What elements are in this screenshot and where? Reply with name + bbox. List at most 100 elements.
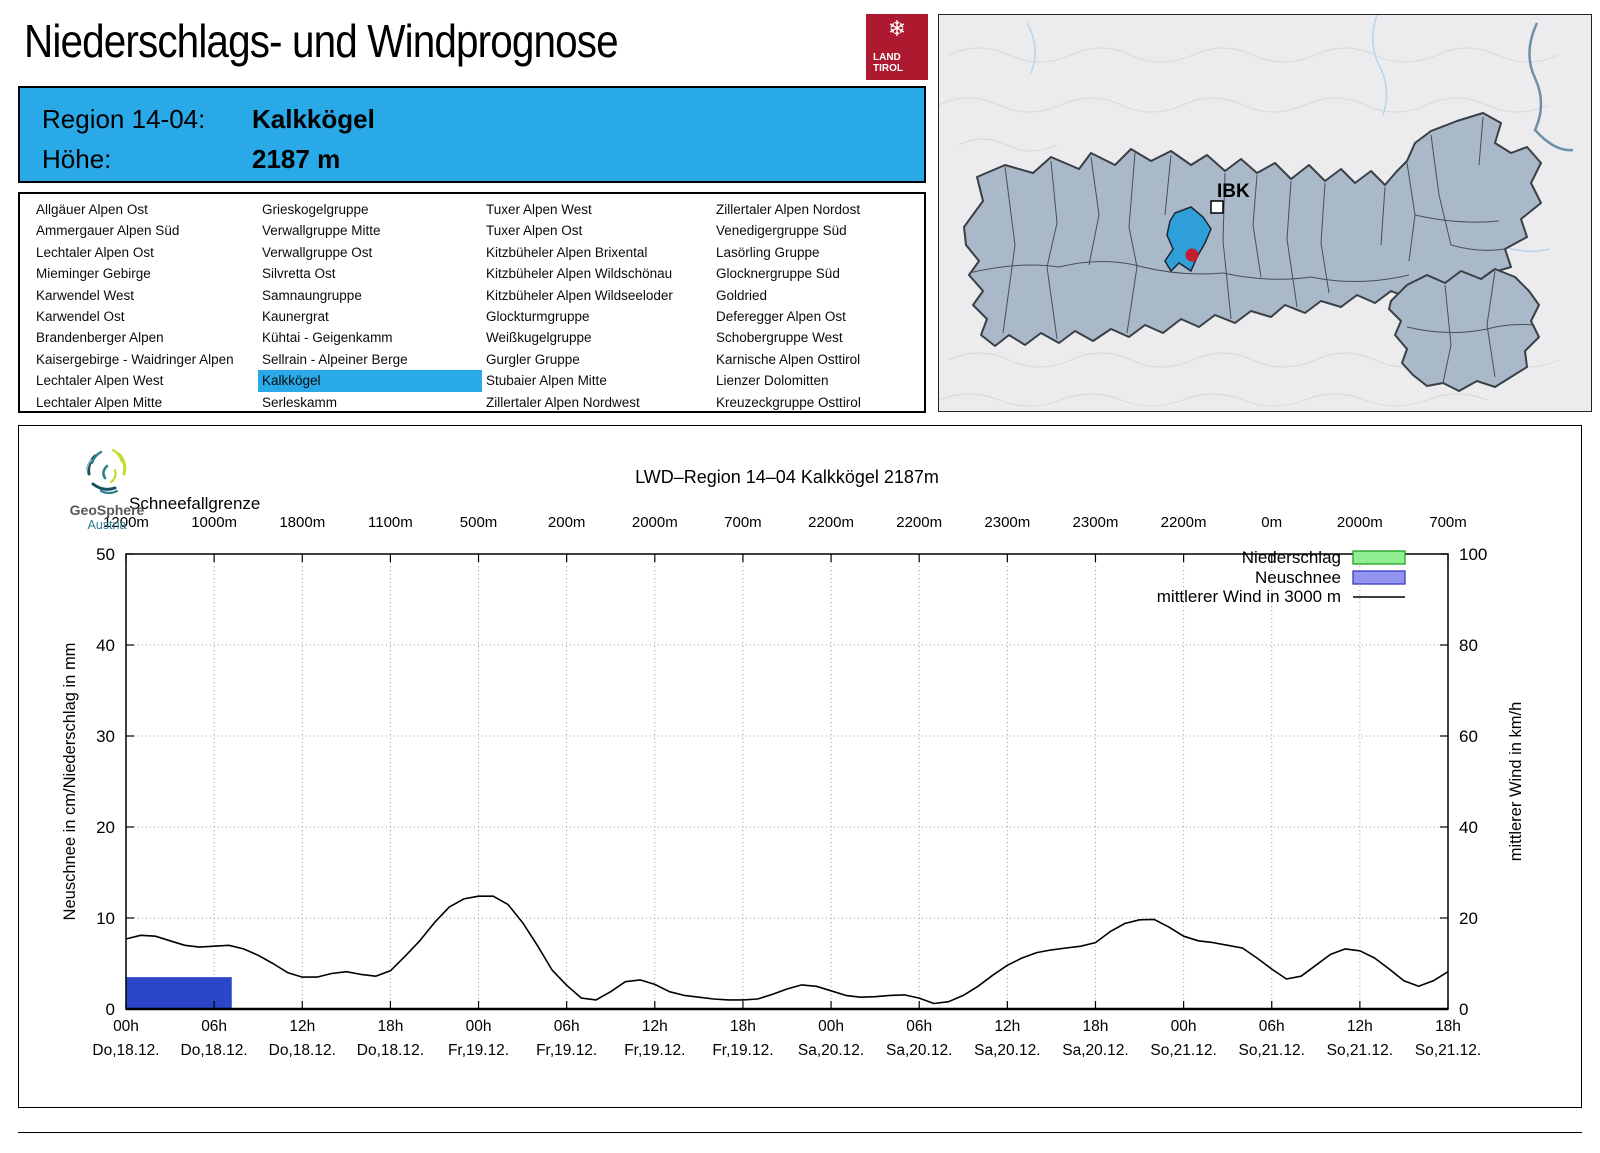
svg-text:20: 20 [96,818,115,837]
svg-text:Neuschnee in cm/Niederschlag i: Neuschnee in cm/Niederschlag in mm [61,643,79,921]
region-list-item[interactable]: Karnische Alpen Osttirol [712,349,916,370]
forecast-page: Niederschlags- und Windprognose ❄ LAND T… [0,0,1600,1153]
region-list-column-2: Grieskogelgruppe Verwallgruppe Mitte Verwa… [258,199,482,413]
region-value: Kalkkögel [252,104,375,134]
east-tirol-regions[interactable] [1388,268,1540,392]
svg-text:12hSo,21.12.: 12h So,21.12. [1327,1018,1393,1059]
svg-text:1100m: 1100m [368,514,413,531]
svg-text:200m: 200m [548,514,586,531]
svg-text:2300m: 2300m [1073,514,1119,531]
geosphere-logo-icon [86,448,127,495]
svg-text:50: 50 [96,545,115,564]
geosphere-name: GeoSphere [69,502,145,518]
region-list-item[interactable]: Kitzbüheler Alpen Wildschönau [482,263,710,284]
svg-text:2000m: 2000m [632,514,678,531]
region-list-item[interactable]: Zillertaler Alpen Nordost [712,199,916,220]
ibk-city-label: IBK [1217,181,1250,202]
region-list-column-1: Allgäuer Alpen Ost Ammergauer Alpen Süd Le… [32,199,258,413]
land-tirol-logo: ❄ LAND TIROL [866,14,928,80]
region-list-item[interactable]: Goldried [712,285,916,306]
svg-text:mittlerer Wind in km/h: mittlerer Wind in km/h [1507,702,1525,862]
region-list-item[interactable]: Brandenberger Alpen [32,327,258,348]
region-list-item[interactable]: Verwallgruppe Ost [258,242,482,263]
region-list: Allgäuer Alpen Ost Ammergauer Alpen Süd Le… [18,192,926,413]
region-list-item[interactable]: Ammergauer Alpen Süd [32,220,258,241]
region-list-item[interactable]: Silvretta Ost [258,263,482,284]
region-list-item[interactable]: Kühtai - Geigenkamm [258,327,482,348]
region-list-item[interactable]: Sellrain - Alpeiner Berge [258,349,482,370]
region-list-item[interactable]: Kitzbüheler Alpen Wildseeloder [482,285,710,306]
region-list-item[interactable]: Gurgler Gruppe [482,349,710,370]
svg-text:18hDo,18.12.: 18h Do,18.12. [357,1018,424,1059]
footer-divider [18,1132,1582,1133]
svg-text:mittlerer Wind in 3000 m: mittlerer Wind in 3000 m [1157,587,1341,606]
region-list-item[interactable]: Glockturmgruppe [482,306,710,327]
land-tirol-logo-text: LAND TIROL [873,52,903,74]
svg-text:1800m: 1800m [279,514,325,531]
svg-text:2200m: 2200m [808,514,854,531]
svg-text:2200m: 2200m [896,514,942,531]
forecast-chart-svg: 0 10 20 30 40 50 0 20 40 60 80 100 00h Do,18.12. 06h Do… [61,467,1525,1059]
region-list-item[interactable]: Stubaier Alpen Mitte [482,370,710,391]
region-list-item[interactable]: Lechtaler Alpen Mitte [32,392,258,413]
region-list-item[interactable]: Karwendel West [32,285,258,306]
svg-text:06hDo,18.12.: 06h Do,18.12. [181,1018,248,1059]
region-list-item[interactable]: Tuxer Alpen West [482,199,710,220]
region-list-item[interactable]: Kaisergebirge - Waidringer Alpen [32,349,258,370]
region-list-item[interactable]: Samnaungruppe [258,285,482,306]
region-list-item[interactable]: Verwallgruppe Mitte [258,220,482,241]
page-title: Niederschlags- und Windprognose [24,15,619,67]
ibk-city-square [1210,200,1224,214]
selected-region-banner: Region 14-04: Kalkkögel Höhe: 2187 m [18,86,926,183]
region-list-item[interactable]: Lechtaler Alpen Ost [32,242,258,263]
svg-text:Neuschnee: Neuschnee [1255,568,1341,587]
region-list-item[interactable]: Kitzbüheler Alpen Brixental [482,242,710,263]
svg-text:00hDo,18.12.: 00h Do,18.12. [92,1018,159,1059]
svg-text:40: 40 [1459,818,1478,837]
svg-text:500m: 500m [460,514,498,531]
svg-text:30: 30 [96,727,115,746]
tirol-region-map[interactable]: IBK [938,14,1592,412]
svg-text:0: 0 [106,1000,115,1019]
svg-text:80: 80 [1459,636,1478,655]
svg-text:00hSa,20.12.: 00h Sa,20.12. [798,1018,864,1059]
region-list-item[interactable]: Tuxer Alpen Ost [482,220,710,241]
region-list-item[interactable]: Kalkkögel [258,370,482,392]
region-list-item[interactable]: Schobergruppe West [712,327,916,348]
region-list-item[interactable]: Kaunergrat [258,306,482,327]
svg-text:18hSo,21.12.: 18h So,21.12. [1415,1018,1481,1059]
svg-text:60: 60 [1459,727,1478,746]
elevation-value: 2187 m [252,144,341,174]
region-list-item[interactable]: Kreuzeckgruppe Osttirol [712,392,916,413]
svg-text:12hSa,20.12.: 12h Sa,20.12. [974,1018,1040,1059]
region-list-item[interactable]: Weißkugelgruppe [482,327,710,348]
svg-text:700m: 700m [724,514,762,531]
svg-text:Niederschlag: Niederschlag [1242,548,1341,567]
svg-text:0: 0 [1459,1000,1468,1019]
region-label: Region 14-04: [42,104,206,134]
svg-text:10: 10 [96,909,115,928]
svg-text:06hSo,21.12.: 06h So,21.12. [1239,1018,1305,1059]
station-marker-dot [1185,248,1199,262]
region-list-item[interactable]: Venedigergruppe Süd [712,220,916,241]
region-list-item[interactable]: Mieminger Gebirge [32,263,258,284]
region-list-item[interactable]: Grieskogelgruppe [258,199,482,220]
svg-text:06hFr,19.12.: 06h Fr,19.12. [536,1018,597,1059]
region-list-item[interactable]: Lechtaler Alpen West [32,370,258,391]
region-list-item[interactable]: Lienzer Dolomitten [712,370,916,391]
region-list-item[interactable]: Zillertaler Alpen Nordwest [482,392,710,413]
region-list-item[interactable]: Lasörling Gruppe [712,242,916,263]
region-list-item[interactable]: Serleskamm [258,392,482,413]
svg-text:00hSo,21.12.: 00h So,21.12. [1150,1018,1216,1059]
svg-text:2000m: 2000m [1337,514,1383,531]
svg-text:LWD–Region 14–04 Kalkkögel 218: LWD–Region 14–04 Kalkkögel 2187m [635,467,939,487]
region-list-item[interactable]: Karwendel Ost [32,306,258,327]
region-list-item[interactable]: Allgäuer Alpen Ost [32,199,258,220]
svg-text:06hSa,20.12.: 06h Sa,20.12. [886,1018,952,1059]
region-list-item[interactable]: Deferegger Alpen Ost [712,306,916,327]
region-list-item[interactable]: Glocknergruppe Süd [712,263,916,284]
svg-text:1000m: 1000m [191,514,237,531]
svg-text:18hFr,19.12.: 18h Fr,19.12. [712,1018,773,1059]
forecast-chart-panel: 0 10 20 30 40 50 0 20 40 60 80 100 00h Do,18.12. 06h Do… [18,425,1582,1108]
svg-text:2300m: 2300m [984,514,1030,531]
